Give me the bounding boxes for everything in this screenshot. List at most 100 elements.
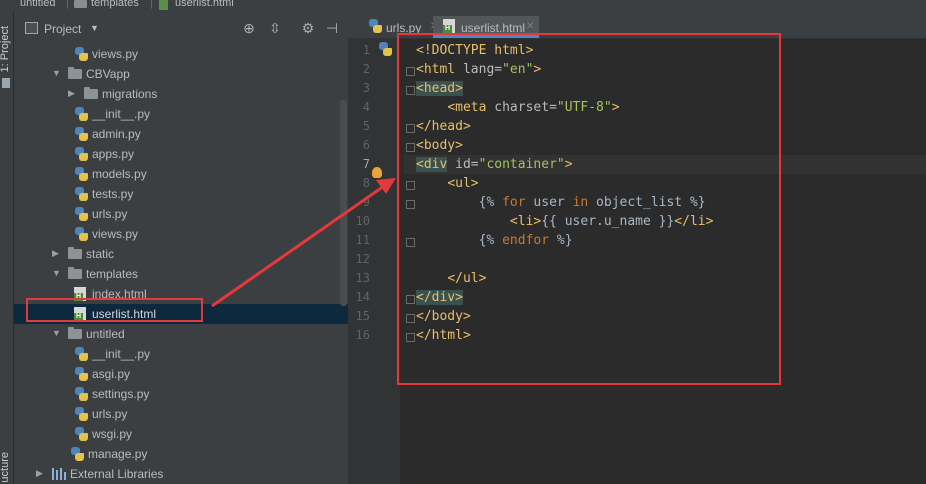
tree-item[interactable]: views.py [14, 224, 348, 244]
tree-item[interactable]: admin.py [14, 124, 348, 144]
chevron-down-icon[interactable]: ▼ [52, 68, 61, 78]
line-number: 5 [362, 119, 370, 133]
python-file-icon [74, 207, 88, 221]
tree-item-label: wsgi.py [92, 427, 133, 441]
hide-panel-icon[interactable]: ⊣ [324, 20, 340, 36]
tree-item[interactable]: views.py [14, 44, 348, 64]
line-number: 6 [362, 138, 370, 152]
project-panel-header: Project ▼ ⊕ ⇳ ⚙ ⊣ [14, 18, 348, 42]
tree-item-label: settings.py [92, 387, 150, 401]
line-number: 4 [362, 100, 370, 114]
python-file-icon [378, 42, 392, 56]
line-number: 16 [355, 328, 370, 342]
tree-item[interactable]: manage.py [14, 444, 348, 464]
python-file-icon [74, 167, 88, 181]
tree-item-label: views.py [92, 227, 139, 241]
annotation-box-code [397, 33, 781, 385]
tree-item[interactable]: ▶ External Libraries [14, 464, 348, 484]
tree-item-label: CBVapp [86, 67, 130, 81]
folder-icon [68, 267, 82, 279]
python-file-icon [74, 427, 88, 441]
line-number: 13 [355, 271, 370, 285]
tree-item[interactable]: urls.py [14, 404, 348, 424]
tree-item[interactable]: ▼ CBVapp [14, 64, 348, 84]
python-file-icon [74, 187, 88, 201]
tree-item-label: templates [86, 267, 139, 281]
python-file-icon [74, 367, 88, 381]
close-icon[interactable]: ✕ [526, 21, 534, 32]
tree-item[interactable]: apps.py [14, 144, 348, 164]
tree-item[interactable]: models.py [14, 164, 348, 184]
chevron-right-icon[interactable]: ▶ [52, 248, 59, 259]
tree-item-label: apps.py [92, 147, 135, 161]
python-file-icon [74, 147, 88, 161]
left-tool-strip: 1: Project ucture [0, 12, 14, 484]
chevron-right-icon[interactable]: ▶ [36, 468, 43, 479]
tree-item[interactable]: ▶ static [14, 244, 348, 264]
tree-item-label: models.py [92, 167, 147, 181]
line-number: 15 [355, 309, 370, 323]
breadcrumb-separator: | [150, 0, 153, 9]
project-panel-title[interactable]: Project [44, 22, 81, 36]
tree-item[interactable]: urls.py [14, 204, 348, 224]
breadcrumb-item-project[interactable]: untitled [20, 0, 55, 9]
collapse-icon[interactable]: ⇳ [267, 20, 283, 36]
project-scrollbar[interactable] [340, 100, 347, 306]
html-file-icon [159, 0, 168, 10]
html-file-icon [443, 19, 455, 33]
tree-item[interactable]: ▶ migrations [14, 84, 348, 104]
tree-item-label: urls.py [92, 207, 128, 221]
chevron-down-icon[interactable]: ▼ [52, 268, 61, 278]
gear-icon[interactable]: ⚙ [300, 20, 316, 36]
line-number: 3 [362, 81, 370, 95]
python-file-icon [74, 127, 88, 141]
folder-icon [68, 247, 82, 259]
chevron-right-icon[interactable]: ▶ [68, 88, 75, 99]
project-panel: Project ▼ ⊕ ⇳ ⚙ ⊣ views.py ▼ CBVapp ▶ migrat… [14, 12, 348, 484]
tree-item[interactable]: __init__.py [14, 104, 348, 124]
tree-item[interactable]: ▼ untitled [14, 324, 348, 344]
python-file-icon [74, 107, 88, 121]
tree-item-label: manage.py [88, 447, 148, 461]
tree-item-label: migrations [102, 87, 158, 101]
python-file-icon [368, 19, 382, 33]
tree-item-label: __init__.py [92, 107, 151, 121]
structure-tool-tab[interactable]: ucture [0, 452, 11, 483]
chevron-down-icon[interactable]: ▼ [90, 23, 99, 33]
editor-gutter: 1 2 3 4 5 6 7 8 9 10 11 12 13 14 15 16 [348, 38, 415, 484]
tree-item[interactable]: __init__.py [14, 344, 348, 364]
annotation-box-file [26, 298, 203, 322]
project-icon [25, 22, 38, 34]
python-file-icon [74, 347, 88, 361]
python-file-icon [74, 387, 88, 401]
breadcrumb-item-file[interactable]: userlist.html [175, 0, 234, 9]
breadcrumb-separator: | [66, 0, 69, 9]
project-tool-tab[interactable]: 1: Project [0, 26, 11, 72]
line-number: 12 [355, 252, 370, 266]
tree-item-label: urls.py [92, 407, 128, 421]
tree-item[interactable]: ▼ templates [14, 264, 348, 284]
tree-item-label: tests.py [92, 187, 134, 201]
tree-item-label: views.py [92, 47, 139, 61]
tree-item-label: untitled [86, 327, 125, 341]
tree-item-label: asgi.py [92, 367, 131, 381]
python-file-icon [74, 227, 88, 241]
breadcrumb-item-folder[interactable]: templates [91, 0, 139, 9]
line-number: 1 [362, 43, 370, 57]
lightbulb-icon[interactable] [372, 167, 382, 178]
crosshair-icon[interactable]: ⊕ [241, 20, 257, 36]
folder-icon [68, 327, 82, 339]
library-icon [52, 468, 66, 480]
tree-item[interactable]: settings.py [14, 384, 348, 404]
line-number: 10 [355, 214, 370, 228]
project-tool-icon [2, 78, 10, 88]
chevron-down-icon[interactable]: ▼ [52, 328, 61, 338]
tree-item[interactable]: asgi.py [14, 364, 348, 384]
tree-item[interactable]: wsgi.py [14, 424, 348, 444]
tree-item[interactable]: tests.py [14, 184, 348, 204]
tree-item-label: static [86, 247, 115, 261]
line-number: 11 [355, 233, 370, 247]
breadcrumb: untitled | templates | userlist.html [0, 0, 926, 12]
line-number: 8 [362, 176, 370, 190]
tree-item-label: admin.py [92, 127, 141, 141]
